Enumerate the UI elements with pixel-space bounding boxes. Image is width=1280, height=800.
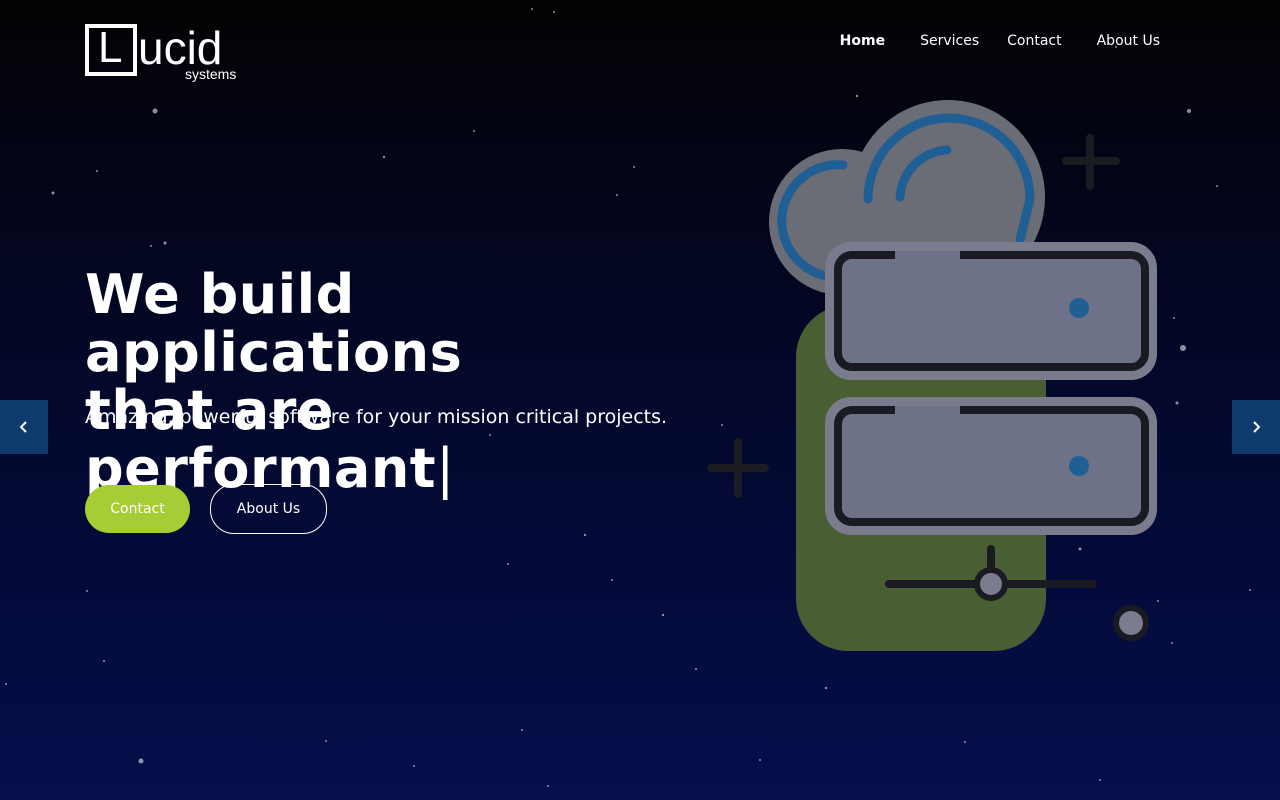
plus-icon bbox=[707, 438, 769, 498]
hero-headline-line-2: that are performant bbox=[85, 379, 437, 500]
logo-subtitle: systems bbox=[185, 66, 237, 82]
logo-letter: L bbox=[98, 23, 123, 72]
server-unit bbox=[825, 242, 1157, 380]
hero-subline: Amazing, powerful software for your miss… bbox=[85, 406, 668, 428]
nav-item-contact[interactable]: Contact bbox=[1007, 33, 1061, 49]
slider-next-button[interactable] bbox=[1232, 400, 1280, 454]
slider-prev-button[interactable] bbox=[0, 400, 48, 454]
about-us-button[interactable]: About Us bbox=[210, 484, 327, 534]
server-unit bbox=[825, 397, 1157, 535]
chevron-right-icon bbox=[1253, 421, 1261, 433]
hero-headline-line-1: We build applications bbox=[85, 263, 463, 384]
hero-headline: We build applications that are performan… bbox=[85, 266, 705, 498]
cloud-server-illustration bbox=[707, 100, 1157, 651]
node-dot bbox=[1113, 605, 1149, 641]
contact-button[interactable]: Contact bbox=[85, 485, 190, 533]
nav-item-home[interactable]: Home bbox=[840, 33, 885, 49]
plus-icon bbox=[1062, 134, 1120, 190]
nav-item-about-us[interactable]: About Us bbox=[1097, 33, 1160, 49]
chevron-left-icon bbox=[19, 421, 27, 433]
typing-cursor: | bbox=[436, 437, 455, 500]
brand-logo[interactable]: L ucid systems bbox=[85, 22, 245, 86]
main-navigation: Home Services Contact About Us bbox=[840, 33, 1160, 49]
nav-item-services[interactable]: Services bbox=[920, 33, 979, 49]
